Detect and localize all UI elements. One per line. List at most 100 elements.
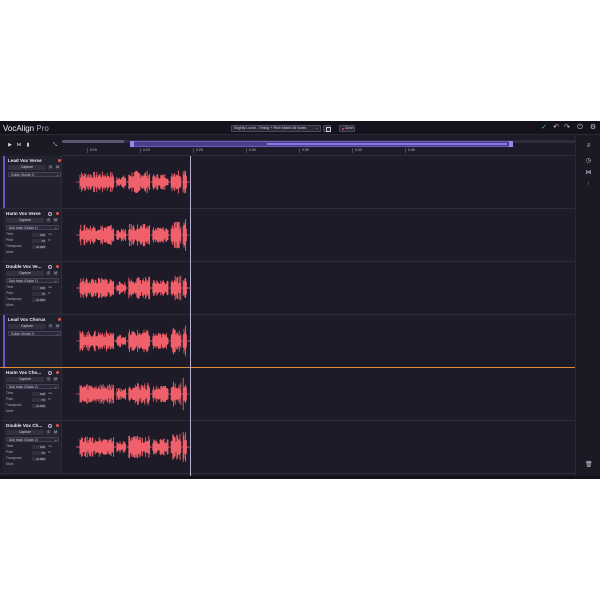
mute-button[interactable]: M	[53, 430, 58, 435]
gear-icon[interactable]: ⚙	[589, 124, 597, 132]
time-value-field[interactable]: 100	[32, 444, 46, 449]
track-harm-vox-verse[interactable]: Harm Vox Verse Capture S M Dub track (Gu…	[0, 209, 575, 262]
track-name[interactable]: Harm Vox Verse	[6, 211, 46, 216]
capture-button[interactable]: Capture	[6, 271, 44, 276]
track-lane[interactable]	[62, 262, 575, 314]
more-link[interactable]: More	[6, 462, 56, 467]
solo-button[interactable]: S	[46, 430, 51, 435]
meter-icon[interactable]: ▮	[25, 142, 31, 148]
pitch-value-field[interactable]: 70	[32, 450, 46, 455]
pitch-unit: %	[48, 450, 51, 454]
mute-button[interactable]: M	[53, 218, 58, 223]
track-name[interactable]: Lead Vox Verse	[8, 158, 48, 163]
app-title-suffix: Pro	[36, 124, 49, 133]
play-icon[interactable]: ▶	[7, 142, 13, 148]
solo-button[interactable]: S	[48, 165, 53, 170]
redo-icon[interactable]: ↷	[563, 124, 571, 132]
time-param: Time 100 ms	[6, 391, 56, 396]
align-icon[interactable]: ⋈	[16, 142, 22, 148]
target-ring-icon[interactable]	[48, 370, 52, 375]
track-name[interactable]: Harm Vox Cho...	[6, 370, 46, 375]
guide-select[interactable]: Dub track (Guide 2) ⌄	[6, 384, 59, 389]
undo-icon[interactable]: ↶	[552, 124, 560, 132]
record-dot-icon[interactable]	[56, 424, 59, 427]
save-preset-button[interactable]	[323, 125, 331, 132]
guide-select-value: Dub track (Guide 2)	[9, 385, 38, 389]
transpose-value-field[interactable]: +0.000	[32, 297, 46, 302]
chevron-down-icon: ⌄	[315, 126, 318, 130]
playhead-line[interactable]	[190, 156, 191, 476]
capture-button[interactable]: Capture	[6, 377, 44, 382]
track-lead-vox-verse[interactable]: Lead Vox Verse Capture S M Guide (Guide …	[0, 156, 575, 209]
record-dot-icon[interactable]	[56, 371, 59, 374]
bottom-bar	[0, 476, 600, 479]
more-link[interactable]: More	[6, 409, 56, 414]
guide-select[interactable]: Dub track (Guide 1) ⌄	[6, 225, 59, 230]
mute-button[interactable]: M	[55, 165, 60, 170]
track-name[interactable]: Double Vox Ch...	[6, 423, 46, 428]
track-lane[interactable]	[62, 368, 575, 420]
record-dot-icon[interactable]	[58, 318, 61, 321]
solo-button[interactable]: S	[46, 377, 51, 382]
mixer-icon[interactable]: ⫶	[585, 182, 592, 189]
solo-button[interactable]: S	[46, 218, 51, 223]
solo-button[interactable]: S	[46, 271, 51, 276]
check-circle-icon[interactable]: ✓	[540, 124, 548, 132]
track-name[interactable]: Double Vox Ve...	[6, 264, 46, 269]
capture-button[interactable]: Capture	[6, 430, 44, 435]
alignment-range[interactable]	[130, 141, 513, 147]
more-link[interactable]: More	[6, 303, 56, 308]
trash-icon[interactable]: 🗑	[585, 462, 593, 469]
guide-select[interactable]: Guide (Guide 1) ⌄	[8, 172, 61, 177]
list-icon[interactable]: ≡	[585, 143, 592, 150]
pitch-value-field[interactable]: 70	[32, 397, 46, 402]
target-ring-icon[interactable]	[48, 211, 52, 216]
track-name[interactable]: Lead Vox Chorus	[8, 317, 48, 322]
target-ring-icon[interactable]	[48, 264, 52, 269]
more-link[interactable]: More	[6, 250, 56, 255]
ruler-tick: 0:25	[193, 148, 203, 153]
done-button[interactable]: Done	[339, 125, 355, 132]
guide-select[interactable]: Dub track (Guide 1) ⌄	[6, 278, 59, 283]
guide-select[interactable]: Dub track (Guide 2) ⌄	[6, 437, 59, 442]
transpose-value-field[interactable]: +0.000	[32, 403, 46, 408]
waveform-icon[interactable]: ⋈	[585, 170, 592, 177]
time-value-field[interactable]: 100	[32, 391, 46, 396]
scrollbar-thumb[interactable]	[62, 140, 124, 143]
guide-select[interactable]: Guide (Guide 2) ⌄	[8, 331, 61, 336]
time-value-field[interactable]: 100	[32, 285, 46, 290]
solo-button[interactable]: S	[48, 324, 53, 329]
mute-button[interactable]: M	[53, 377, 58, 382]
track-double-vox-verse[interactable]: Double Vox Ve... Capture S M Dub track (…	[0, 262, 575, 315]
track-harm-vox-chorus[interactable]: Harm Vox Cho... Capture S M Dub track (G…	[0, 368, 575, 421]
expand-icon[interactable]: ⤡	[52, 142, 58, 148]
capture-button[interactable]: Capture	[8, 165, 46, 170]
track-lead-vox-chorus[interactable]: Lead Vox Chorus Capture S M Guide (Guide…	[0, 315, 575, 368]
track-lane[interactable]	[62, 209, 575, 261]
pitch-value-field[interactable]: 70	[32, 238, 46, 243]
transpose-value-field[interactable]: +0.000	[32, 244, 46, 249]
track-lane[interactable]	[62, 421, 575, 473]
transpose-param: Transpose +0.000	[6, 456, 56, 461]
capture-button[interactable]: Capture	[6, 218, 44, 223]
track-lane[interactable]	[62, 156, 575, 208]
range-end-handle[interactable]	[509, 141, 513, 147]
range-start-handle[interactable]	[130, 141, 134, 147]
time-value-field[interactable]: 100	[32, 232, 46, 237]
transpose-value-field[interactable]: +0.000	[32, 456, 46, 461]
power-icon[interactable]: ⏻	[576, 124, 584, 132]
time-ruler[interactable]: 0:15 0:20 0:25 0:30 0:35 0:40 0:45	[62, 148, 575, 156]
record-dot-icon[interactable]	[56, 212, 59, 215]
time-label: Time	[6, 285, 14, 289]
preset-dropdown[interactable]: Slightly Loose - Timing + Pitch Match Al…	[231, 125, 321, 132]
mute-button[interactable]: M	[53, 271, 58, 276]
track-double-vox-chorus[interactable]: Double Vox Ch... Capture S M Dub track (…	[0, 421, 575, 474]
clock-icon[interactable]: ◷	[585, 158, 592, 165]
capture-button[interactable]: Capture	[8, 324, 46, 329]
record-dot-icon[interactable]	[58, 159, 61, 162]
track-lane[interactable]	[62, 315, 575, 367]
target-ring-icon[interactable]	[48, 423, 52, 428]
mute-button[interactable]: M	[55, 324, 60, 329]
pitch-value-field[interactable]: 70	[32, 291, 46, 296]
record-dot-icon[interactable]	[56, 265, 59, 268]
